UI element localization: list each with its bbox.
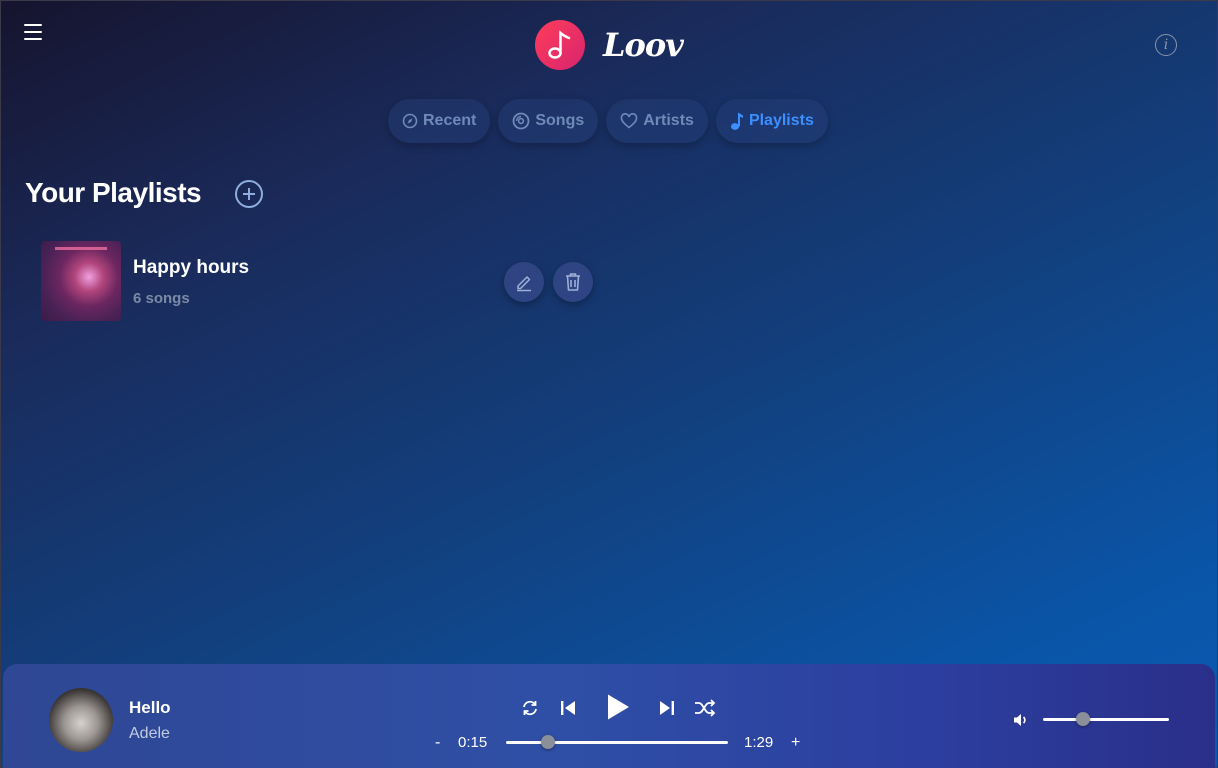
skip-back-icon: [561, 701, 575, 715]
trash-icon: [566, 273, 580, 291]
previous-button[interactable]: [556, 696, 580, 720]
track-artist: Adele: [129, 725, 170, 742]
progress-track[interactable]: [506, 741, 728, 744]
add-playlist-button[interactable]: [235, 180, 263, 208]
play-button[interactable]: [601, 690, 635, 724]
tab-songs[interactable]: Songs: [498, 99, 599, 143]
current-time: 0:15: [458, 734, 488, 751]
shuffle-button[interactable]: [693, 696, 717, 720]
tab-recent[interactable]: Recent: [388, 99, 491, 143]
tab-playlists[interactable]: Playlists: [715, 99, 828, 143]
player-bar: Hello Adele - 0:15 1:29 +: [3, 664, 1215, 768]
tab-label: Artists: [643, 112, 694, 129]
shuffle-icon: [695, 699, 716, 717]
pencil-icon: [517, 276, 531, 292]
repeat-icon: [523, 700, 537, 716]
info-icon[interactable]: i: [1155, 34, 1177, 56]
duration: 1:29: [744, 734, 774, 751]
playlist-name: Happy hours: [133, 257, 250, 278]
nav-tabs: Recent Songs Artists Playlists: [388, 99, 828, 143]
compass-icon: [402, 113, 418, 129]
repeat-button[interactable]: [518, 696, 542, 720]
artist-avatar: [49, 688, 113, 752]
skip-forward-icon: [660, 701, 674, 715]
playlist-cover: [41, 241, 121, 321]
play-icon: [608, 694, 629, 720]
edit-playlist-button[interactable]: [504, 262, 544, 302]
menu-button[interactable]: [24, 24, 42, 40]
music-note-icon: [730, 112, 743, 130]
track-title: Hello: [129, 698, 171, 717]
tab-label: Playlists: [748, 112, 814, 129]
seek-back-button[interactable]: -: [435, 734, 440, 752]
playlist-song-count: 6 songs: [133, 290, 190, 307]
speaker-icon: [1014, 714, 1026, 726]
list-item[interactable]: Happy hours 6 songs: [41, 241, 601, 321]
hamburger-icon: [24, 24, 42, 26]
heart-icon: [620, 113, 638, 129]
tab-label: Songs: [535, 112, 585, 129]
volume-button[interactable]: [1011, 710, 1031, 730]
tab-artists[interactable]: Artists: [606, 99, 708, 143]
volume-knob[interactable]: [1076, 712, 1091, 726]
next-button[interactable]: [655, 696, 679, 720]
music-note-logo-icon: [535, 20, 585, 70]
delete-playlist-button[interactable]: [553, 262, 593, 302]
app-logo: Loov: [535, 20, 684, 70]
seek-forward-button[interactable]: +: [791, 734, 800, 752]
tab-label: Recent: [423, 112, 477, 129]
volume-track[interactable]: [1043, 718, 1169, 721]
disc-icon: [512, 112, 530, 130]
app-name: Loov: [603, 26, 684, 64]
page-title: Your Playlists: [25, 177, 202, 208]
progress-knob[interactable]: [541, 735, 556, 749]
